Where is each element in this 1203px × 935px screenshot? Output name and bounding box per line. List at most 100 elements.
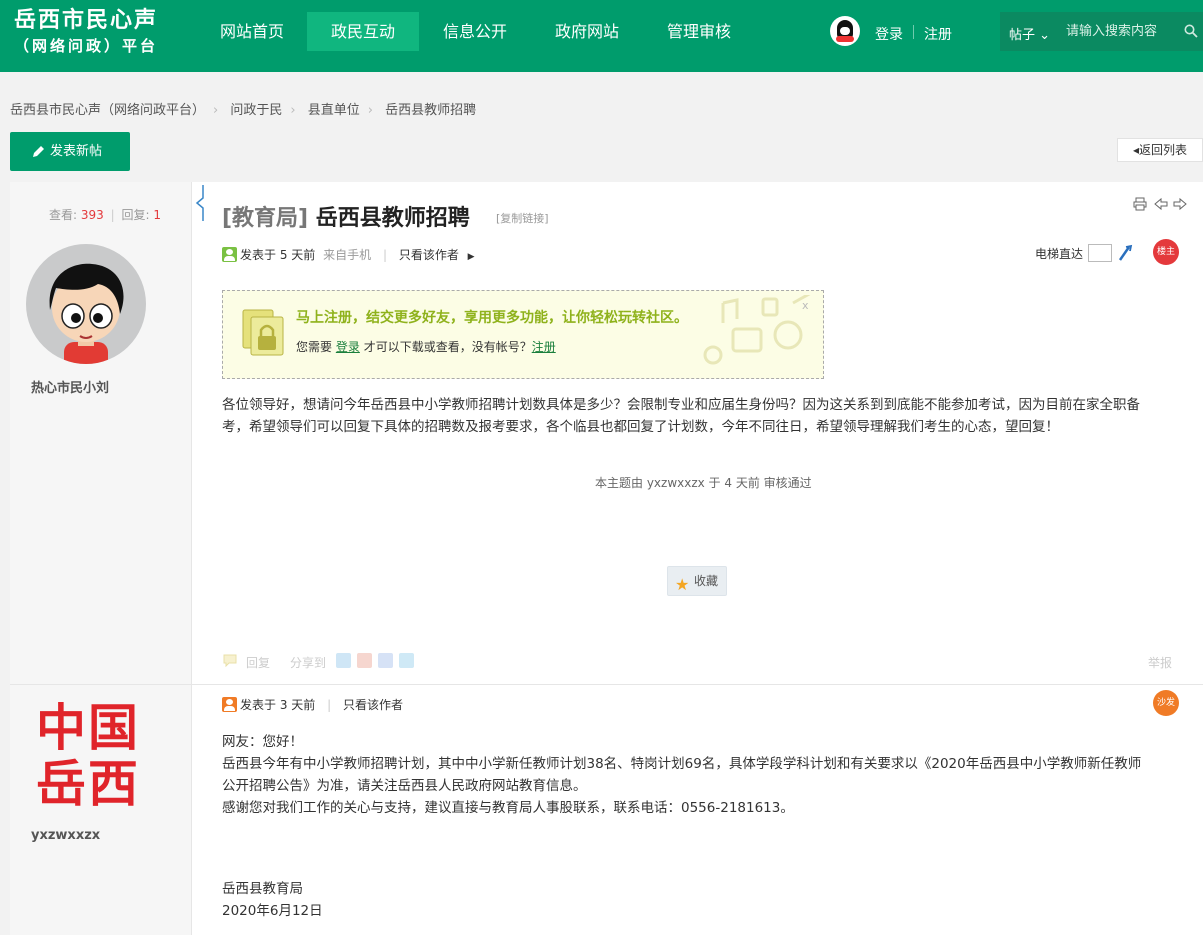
- logo-text-top: 中国: [36, 698, 140, 757]
- share-label: 分享到: [290, 656, 327, 670]
- meta-divider: |: [327, 698, 332, 712]
- nav-gov-site[interactable]: 政府网站: [531, 12, 643, 51]
- replies-label: 回复:: [121, 208, 150, 222]
- user-icon: [222, 697, 237, 712]
- views-label: 查看:: [49, 208, 78, 222]
- notice-prefix: 您需要: [296, 340, 333, 354]
- thread-category[interactable]: [教育局]: [222, 206, 308, 231]
- search-type-select[interactable]: 帖子 ⌄: [1009, 24, 1050, 43]
- reply-body-line: 公开招聘公告》为准，请关注岳西县人民政府网站教育信息。: [222, 778, 587, 794]
- breadcrumb-item[interactable]: 岳西县市民心声（网络问政平台）: [10, 99, 205, 118]
- floor-badge: 楼主: [1153, 239, 1179, 265]
- reply-body-line: 岳西县今年有中小学教师招聘计划，其中中小学新任教师计划38名、特岗计划69名，具…: [222, 756, 1142, 772]
- triangle-right-icon: ▶: [467, 252, 475, 262]
- weibo-share-icon[interactable]: [357, 653, 372, 668]
- elevator-input[interactable]: [1088, 244, 1112, 262]
- reply-author-name[interactable]: yxzwxxzx: [31, 828, 100, 843]
- bracket-icon: [195, 185, 204, 221]
- floor-badge: 沙发: [1153, 690, 1179, 716]
- search-type-label: 帖子: [1009, 28, 1036, 43]
- qzone-share-icon[interactable]: [336, 653, 351, 668]
- reply-meta: 发表于 3 天前 | 只看该作者: [222, 696, 403, 713]
- breadcrumb-separator-icon: ›: [213, 103, 219, 118]
- online-user-icon: [222, 247, 237, 262]
- search-input[interactable]: [1066, 19, 1176, 43]
- reply-body-line: 网友：您好！: [222, 734, 303, 750]
- back-to-list-label: 返回列表: [1139, 143, 1188, 157]
- pencil-icon: [33, 146, 44, 157]
- reply-body-line: 感谢您对我们工作的关心与支持，建议直接与教育局人事股联系，联系电话：0556-2…: [222, 800, 794, 816]
- reply-time: 发表于 3 天前: [240, 698, 316, 712]
- qq-share-icon[interactable]: [399, 653, 414, 668]
- logo-text-bottom: 岳西: [36, 754, 140, 813]
- stats-divider: |: [110, 208, 115, 222]
- chevron-down-icon: ⌄: [1039, 28, 1051, 43]
- breadcrumb: 岳西县市民心声（网络问政平台） › 问政于民 › 县直单位 › 岳西县教师招聘: [10, 99, 476, 118]
- qq-login-icon[interactable]: [830, 16, 860, 46]
- only-author-link[interactable]: 只看该作者: [399, 248, 459, 262]
- reply-body: 网友：您好！ 岳西县今年有中小学教师招聘计划，其中中小学新任教师计划38名、特岗…: [222, 731, 1182, 819]
- views-count: 393: [80, 208, 104, 222]
- report-link[interactable]: 举报: [1148, 654, 1172, 671]
- review-note: 本主题由 yxzwxxzx 于 4 天前 审核通过: [595, 476, 812, 490]
- reply-signature: 岳西县教育局 2020年6月12日: [222, 878, 323, 922]
- register-link[interactable]: 注册: [924, 24, 952, 44]
- notice-middle: 才可以下载或查看，没有帐号？: [363, 340, 532, 354]
- decorative-media-icon: [703, 295, 811, 365]
- nav-home[interactable]: 网站首页: [196, 12, 308, 51]
- star-icon: ★: [675, 575, 690, 594]
- breadcrumb-separator-icon: ›: [290, 103, 296, 118]
- post-time: 发表于 5 天前: [240, 248, 316, 262]
- nav-info[interactable]: 信息公开: [419, 12, 531, 51]
- notice-headline: 马上注册，结交更多好友，享用更多功能，让你轻松玩转社区。: [296, 310, 688, 326]
- signature-date: 2020年6月12日: [222, 903, 323, 919]
- breadcrumb-item[interactable]: 岳西县教师招聘: [385, 99, 476, 118]
- new-post-button[interactable]: 发表新帖: [10, 132, 130, 171]
- reply-link[interactable]: 回复: [246, 654, 270, 671]
- nav-review[interactable]: 管理审核: [643, 12, 755, 51]
- reply-only-author-link[interactable]: 只看该作者: [343, 698, 403, 712]
- logo-title: 岳西市民心声: [14, 8, 159, 33]
- breadcrumb-item[interactable]: 问政于民: [230, 99, 282, 118]
- login-link[interactable]: 登录: [875, 24, 903, 44]
- meta-divider: |: [382, 248, 387, 262]
- site-header: 岳西市民心声 （网络问政）平台 网站首页 政民互动 信息公开 政府网站 管理审核…: [0, 0, 1203, 72]
- new-post-label: 发表新帖: [50, 144, 103, 159]
- avatar[interactable]: [26, 244, 146, 364]
- elevator-label: 电梯直达: [1035, 247, 1084, 261]
- baidu-share-icon[interactable]: [378, 653, 393, 668]
- signature-org: 岳西县教育局: [222, 881, 303, 897]
- notice-login-link[interactable]: 登录: [336, 340, 360, 354]
- replies-count: 1: [153, 208, 161, 222]
- reply-icon[interactable]: [222, 653, 238, 667]
- yuexi-logo[interactable]: 中国 岳西: [26, 700, 150, 812]
- copy-link[interactable]: [复制链接]: [496, 210, 549, 226]
- nav-interaction[interactable]: 政民互动: [307, 12, 419, 51]
- lock-icon: [242, 309, 284, 356]
- favorite-label: 收藏: [694, 574, 719, 588]
- notice-subline: 您需要 登录 才可以下载或查看，没有帐号？注册: [296, 338, 556, 355]
- cartoon-avatar-icon: [49, 263, 124, 364]
- thread-title: [教育局] 岳西县教师招聘: [222, 200, 470, 232]
- post-body-line: 各位领导好，想请问今年岳西县中小学教师招聘计划数具体是多少？会限制专业和应届生身…: [222, 397, 1140, 413]
- jump-icon[interactable]: [1117, 244, 1133, 262]
- post-source: 来自手机: [323, 248, 372, 262]
- register-notice: 马上注册，结交更多好友，享用更多功能，让你轻松玩转社区。 您需要 登录 才可以下…: [222, 290, 824, 379]
- print-icon[interactable]: [1133, 197, 1147, 211]
- notice-register-link[interactable]: 注册: [532, 340, 556, 354]
- post-body-line: 考，希望领导们可以回复下具体的招聘数及报考要求，各个临县也都回复了计划数，今年不…: [222, 419, 1059, 435]
- author-name[interactable]: 热心市民小刘: [31, 377, 109, 396]
- breadcrumb-item[interactable]: 县直单位: [308, 99, 360, 118]
- search-box: 帖子 ⌄: [1000, 12, 1203, 51]
- prev-thread-icon[interactable]: [1154, 197, 1168, 211]
- back-to-list-button[interactable]: ◂返回列表: [1117, 138, 1203, 162]
- search-icon[interactable]: [1184, 24, 1198, 38]
- next-thread-icon[interactable]: [1173, 197, 1187, 211]
- thread-title-text: 岳西县教师招聘: [315, 206, 470, 231]
- logo-subtitle: （网络问政）平台: [14, 37, 159, 55]
- post-meta: 发表于 5 天前 来自手机 | 只看该作者 ▶: [222, 246, 475, 263]
- site-logo[interactable]: 岳西市民心声 （网络问政）平台: [14, 8, 158, 58]
- favorite-button[interactable]: ★ 收藏: [667, 566, 727, 596]
- header-divider: [913, 25, 914, 39]
- thread-stats: 查看: 393 | 回复: 1: [49, 206, 161, 223]
